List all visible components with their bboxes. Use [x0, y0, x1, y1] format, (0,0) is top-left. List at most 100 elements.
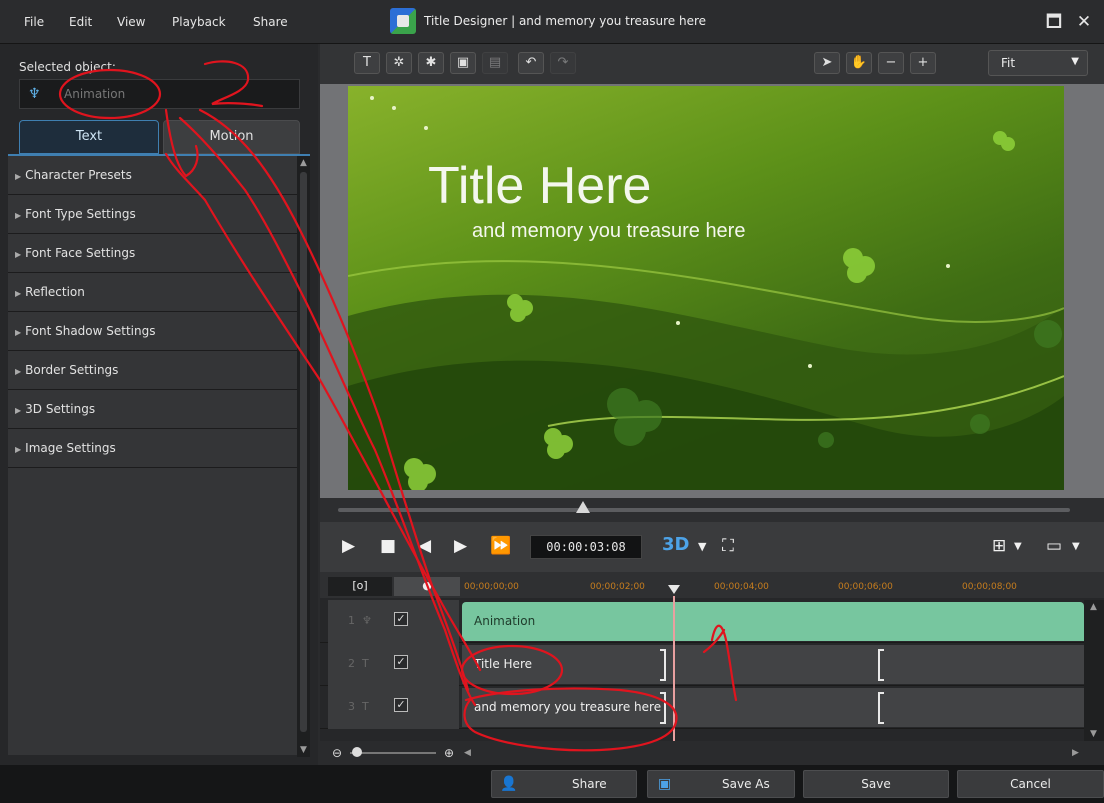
menu-file[interactable]: File — [24, 15, 44, 29]
clip-end-handle[interactable] — [660, 692, 666, 724]
undo-icon[interactable]: ↶ — [518, 52, 544, 74]
menu-edit[interactable]: Edit — [69, 15, 92, 29]
preview-title-text[interactable]: Title Here — [428, 156, 651, 216]
panel-scrollbar[interactable]: ▲ ▼ — [297, 156, 310, 757]
chevron-down-icon[interactable]: ▼ — [1014, 541, 1022, 552]
selected-object-field[interactable]: ♆ Animation — [19, 79, 300, 109]
track-toggle-button[interactable]: [o] — [328, 577, 392, 596]
menu-playback[interactable]: Playback — [172, 15, 226, 29]
aspect-ratio-icon[interactable]: ▭ — [1046, 536, 1062, 556]
app-logo-icon — [390, 8, 416, 34]
scroll-down-icon[interactable]: ▼ — [300, 745, 307, 755]
zoom-in-icon[interactable]: ⊕ — [444, 746, 454, 760]
close-icon[interactable]: ✕ — [1074, 12, 1094, 32]
animation-clip[interactable]: Animation — [462, 602, 1084, 641]
scroll-down-icon[interactable]: ▼ — [1090, 729, 1097, 739]
scroll-left-icon[interactable]: ◀ — [464, 748, 471, 758]
track-enable-checkbox[interactable]: ✓ — [394, 655, 408, 669]
ruler-mark: 00;00;08;00 — [962, 582, 1017, 592]
section-font-shadow-settings[interactable]: ▶ Font Shadow Settings — [8, 312, 297, 351]
tab-text[interactable]: Text — [19, 120, 159, 154]
menu-share[interactable]: Share — [253, 15, 288, 29]
clip-start-handle[interactable] — [878, 692, 884, 724]
section-font-face-settings[interactable]: ▶ Font Face Settings — [8, 234, 297, 273]
insert-effect-icon[interactable]: ✱ — [418, 52, 444, 74]
insert-image-icon[interactable]: ▣ — [450, 52, 476, 74]
play-icon[interactable]: ▶ — [342, 536, 355, 556]
timeline-zoom-bar: ⊖ ⊕ ◀ ▶ — [320, 741, 1104, 765]
insert-background-icon[interactable]: ▤ — [482, 52, 508, 74]
track-visibility-button[interactable]: ● — [394, 577, 460, 596]
preview-subtitle-text[interactable]: and memory you treasure here — [472, 220, 745, 243]
scroll-up-icon[interactable]: ▲ — [300, 158, 307, 168]
timeline-panel: [o] ● 00;00;00;00 00;00;02;00 00;00;04;0… — [320, 572, 1104, 765]
title-clip[interactable]: Title Here — [462, 645, 1084, 684]
zoom-slider-knob[interactable] — [352, 747, 362, 757]
section-character-presets[interactable]: ▶ Character Presets — [8, 156, 297, 195]
pan-hand-icon[interactable]: ✋ — [846, 52, 872, 74]
section-image-settings[interactable]: ▶ Image Settings — [8, 429, 297, 468]
display-layout-icon[interactable]: ⊞ — [992, 536, 1006, 556]
section-label: Font Face Settings — [25, 246, 136, 260]
track-enable-checkbox[interactable]: ✓ — [394, 612, 408, 626]
slider-knob[interactable] — [576, 501, 590, 513]
next-frame-icon[interactable]: ▶ — [454, 536, 467, 556]
slider-track[interactable] — [338, 508, 1070, 512]
track-number: 1 — [348, 614, 355, 627]
ruler-mark: 00;00;06;00 — [838, 582, 893, 592]
animation-track-icon: ♆ — [362, 614, 372, 627]
track-number: 2 — [348, 657, 355, 670]
zoom-out-icon[interactable]: − — [878, 52, 904, 74]
section-label: Border Settings — [25, 363, 119, 377]
zoom-slider-track[interactable] — [350, 752, 436, 754]
save-button[interactable]: Save — [803, 770, 949, 798]
fast-forward-icon[interactable]: ⏩ — [490, 536, 511, 556]
chevron-down-icon[interactable]: ▼ — [1072, 541, 1080, 552]
cancel-button[interactable]: Cancel — [957, 770, 1104, 798]
scroll-thumb[interactable] — [300, 172, 307, 732]
panel-empty-area — [8, 468, 297, 755]
timeline-scrollbar[interactable]: ▲ ▼ — [1084, 600, 1104, 741]
tab-motion[interactable]: Motion — [163, 120, 300, 154]
section-font-type-settings[interactable]: ▶ Font Type Settings — [8, 195, 297, 234]
maximize-icon[interactable]: 🗖 — [1044, 12, 1064, 32]
redo-icon[interactable]: ↷ — [550, 52, 576, 74]
zoom-fit-value: Fit — [1001, 56, 1016, 70]
select-pointer-icon[interactable]: ➤ — [814, 52, 840, 74]
fullscreen-icon[interactable]: ⛶ — [722, 536, 734, 556]
save-as-button[interactable]: ▣ Save As — [647, 770, 795, 798]
zoom-fit-select[interactable]: Fit ▼ — [988, 50, 1088, 76]
expand-arrow-icon: ▶ — [15, 406, 22, 415]
section-border-settings[interactable]: ▶ Border Settings — [8, 351, 297, 390]
ruler-mark: 00;00;04;00 — [714, 582, 769, 592]
clip-end-handle[interactable] — [660, 649, 666, 681]
save-as-label: Save As — [722, 777, 770, 791]
scroll-right-icon[interactable]: ▶ — [1072, 748, 1079, 758]
playhead-marker[interactable] — [668, 585, 680, 594]
preview-area: Title Here and memory you treasure here — [320, 84, 1104, 498]
settings-section-list: ▶ Character Presets ▶ Font Type Settings ▶… — [8, 156, 297, 468]
track-row-title: 2 T ✓ Title Here — [320, 643, 1084, 686]
track-enable-checkbox[interactable]: ✓ — [394, 698, 408, 712]
insert-particle-icon[interactable]: ✲ — [386, 52, 412, 74]
zoom-out-icon[interactable]: ⊖ — [332, 746, 342, 760]
3d-mode-button[interactable]: 3D — [662, 534, 689, 555]
section-reflection[interactable]: ▶ Reflection — [8, 273, 297, 312]
preview-canvas[interactable]: Title Here and memory you treasure here — [348, 86, 1064, 490]
scroll-up-icon[interactable]: ▲ — [1090, 602, 1097, 612]
timeline-ruler[interactable]: 00;00;00;00 00;00;02;00 00;00;04;00 00;0… — [462, 572, 1084, 600]
clip-start-handle[interactable] — [878, 649, 884, 681]
timecode-display[interactable]: 00:00:03:08 — [530, 535, 642, 559]
zoom-in-icon[interactable]: + — [910, 52, 936, 74]
menu-view[interactable]: View — [117, 15, 145, 29]
shamrock-background — [348, 96, 1064, 490]
section-3d-settings[interactable]: ▶ 3D Settings — [8, 390, 297, 429]
bottom-action-bar: 👤 Share ▣ Save As Save Cancel — [0, 765, 1104, 803]
subtitle-clip[interactable]: and memory you treasure here — [462, 688, 1084, 727]
chevron-down-icon[interactable]: ▼ — [698, 540, 706, 553]
previous-frame-icon[interactable]: ◀ — [418, 536, 431, 556]
stop-icon[interactable]: ■ — [380, 536, 396, 556]
insert-text-icon[interactable]: T — [354, 52, 380, 74]
playhead-line — [673, 596, 675, 741]
share-button[interactable]: 👤 Share — [491, 770, 637, 798]
